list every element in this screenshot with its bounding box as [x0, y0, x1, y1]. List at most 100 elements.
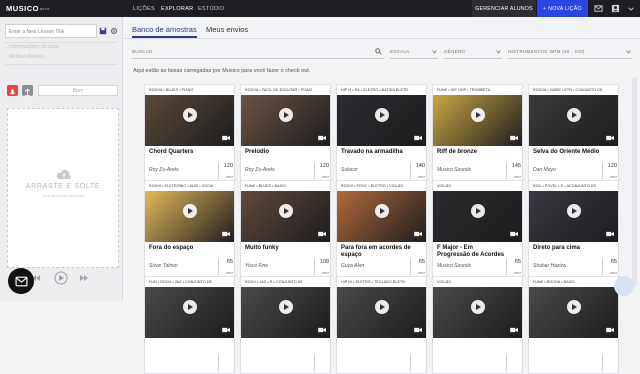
sample-card[interactable]: HIP H • RA • ELETRÔ • BATIDA ELETR Travad… [336, 84, 427, 182]
video-camera-icon[interactable] [606, 135, 615, 141]
card-author: Musico Sounds [437, 167, 472, 173]
sample-card[interactable]: FUNK • ROCHA • BAIXO [528, 276, 619, 374]
top-navigation-bar: MUSICOBETA LIÇÕES EXPLORAR ESTÚDIO GEREN… [0, 0, 640, 17]
play-button[interactable] [471, 204, 485, 218]
nav-explore[interactable]: EXPLORAR [161, 6, 193, 12]
video-camera-icon[interactable] [414, 231, 423, 237]
play-button[interactable] [279, 204, 293, 218]
card-bpm-unit: BPM [610, 175, 617, 179]
card-tags: VIOLÃO [437, 280, 451, 284]
bpm-placeholder: Bpm [72, 87, 84, 94]
card-title[interactable]: Travado na armadilha [341, 149, 411, 156]
nav-studio[interactable]: ESTÚDIO [198, 6, 225, 12]
card-author: Roy Zu-Arets [245, 167, 275, 173]
video-camera-icon[interactable] [414, 135, 423, 141]
card-title[interactable]: Muito funky [245, 245, 315, 252]
card-title[interactable]: Chord Quarters [149, 149, 219, 156]
play-button[interactable] [567, 300, 581, 314]
video-camera-icon[interactable] [222, 231, 231, 237]
sample-card[interactable]: ROCH • JAZ • R • CONJUNTO DE [240, 276, 331, 374]
chevron-down-icon [496, 50, 501, 54]
card-title[interactable]: Prelúdio [245, 149, 315, 156]
card-title[interactable]: Selva do Oriente Médio [533, 149, 603, 156]
sample-card[interactable]: ROCHI • ELETRÔNIC • ALMI • VOCAI Fora do … [144, 180, 235, 278]
lesson-sidebar: Enter a New Lesson Title Informações de … [0, 17, 123, 301]
drag-drop-zone[interactable]: ARRASTE E SOLTE Seus arquivos incluíndo [7, 108, 119, 268]
play-button[interactable] [471, 300, 485, 314]
card-tags: FUNK • BLUES • BAIXO [245, 184, 287, 188]
card-title[interactable]: Fora do espaço [149, 245, 219, 252]
play-button[interactable] [375, 300, 389, 314]
sample-card[interactable]: VIOLÃO F Major - Em Progressão de Acordes… [432, 180, 523, 278]
sample-card[interactable]: FUNK • BLUES • BAIXO Muito funky Yossi Fin… [240, 180, 331, 278]
lesson-title-input[interactable]: Enter a New Lesson Title [5, 24, 97, 38]
microphone-icon [9, 89, 16, 95]
scale-select[interactable]: ESCALA [390, 47, 438, 59]
play-button[interactable] [375, 108, 389, 122]
settings-icon[interactable] [110, 27, 118, 35]
play-button[interactable] [471, 108, 485, 122]
play-button[interactable] [375, 204, 389, 218]
upload-button[interactable] [22, 85, 33, 97]
musico-logo[interactable]: MUSICOBETA [6, 4, 50, 13]
video-camera-icon[interactable] [606, 231, 615, 237]
card-tags: ROCHA • BLUES • PIANO [149, 88, 194, 92]
card-tags: ROCHA • VARIE • ETN • CONJUNTO DE [533, 88, 603, 92]
record-button[interactable] [7, 85, 18, 96]
video-camera-icon[interactable] [510, 231, 519, 237]
card-tempo: 120 [319, 163, 329, 169]
card-title[interactable]: Riff de bronze [437, 149, 507, 156]
bpm-input[interactable]: Bpm [38, 85, 118, 96]
card-tags: VIOLÃO [437, 184, 451, 188]
card-title[interactable]: F Major - Em Progressão de Acordes [437, 245, 507, 259]
play-button[interactable] [567, 204, 581, 218]
sample-card[interactable]: FUNK • HIP HOP • TROMBETA Riff de bronze M… [432, 84, 523, 182]
play-button[interactable] [567, 108, 581, 122]
search-icon [375, 48, 382, 55]
sample-card[interactable]: VIOLÃO [432, 276, 523, 374]
play-button[interactable] [279, 108, 293, 122]
sample-card[interactable]: ROC • POVEL • E • ACONJUNTO DE Direto par… [528, 180, 619, 278]
chevron-down-icon[interactable] [627, 4, 635, 13]
card-bpm-unit: BPM [322, 271, 329, 275]
video-camera-icon[interactable] [222, 327, 231, 333]
nav-lessons[interactable]: LIÇÕES [133, 6, 155, 12]
video-camera-icon[interactable] [318, 231, 327, 237]
help-chat-bubble[interactable] [614, 276, 634, 296]
account-icon[interactable] [611, 4, 620, 13]
card-title[interactable]: Para fora em acordes de espaço [341, 245, 411, 259]
card-title[interactable]: Direto para cima [533, 245, 603, 252]
divider [506, 355, 507, 371]
sample-card[interactable]: HIP HI • ELETRÔ • TECLADO ELETR [336, 276, 427, 374]
new-lesson-button[interactable]: + NOVA LIÇÃO [537, 0, 588, 17]
play-button[interactable] [183, 204, 197, 218]
sample-card[interactable]: ROCHI • POVC • ELETRÔ • VIOLÃO Para fora … [336, 180, 427, 278]
instruments-select[interactable]: INSTRUMENTOS [508, 47, 547, 59]
save-icon[interactable] [99, 27, 107, 35]
playback-controls[interactable] [30, 271, 90, 285]
play-button[interactable] [279, 300, 293, 314]
video-camera-icon[interactable] [510, 135, 519, 141]
sample-card[interactable]: ROCHA • BLUES • PIANO Chord Quarters Roy Z… [144, 84, 235, 182]
video-camera-icon[interactable] [606, 327, 615, 333]
sample-card[interactable]: FUN • ROCH • JAZ • CONJUNTO DE [144, 276, 235, 374]
video-camera-icon[interactable] [510, 327, 519, 333]
video-camera-icon[interactable] [414, 327, 423, 333]
chat-button[interactable] [8, 268, 34, 294]
sample-card[interactable]: ROCHA • VARIE • ETN • CONJUNTO DE Selva d… [528, 84, 619, 182]
tab-my-uploads[interactable]: Meus envios [206, 25, 248, 34]
mail-icon[interactable] [594, 4, 603, 13]
video-camera-icon[interactable] [318, 135, 327, 141]
search-input[interactable]: BUSCAR [132, 47, 384, 59]
scrollbar[interactable] [632, 77, 637, 287]
tab-sample-bank[interactable]: Banco de amostras [132, 25, 197, 34]
divider [5, 42, 117, 43]
play-button[interactable] [183, 108, 197, 122]
sample-card[interactable]: ROCHA • FACIL DE ESCUTAR • PIANO Prelúdio… [240, 84, 331, 182]
video-camera-icon[interactable] [318, 327, 327, 333]
manage-students-button[interactable]: GERENCIAR ALUNOS [472, 0, 536, 17]
genre-select[interactable]: GÊNERO [444, 47, 502, 59]
bpm-range-filter[interactable]: BPM (40 - 240) [544, 47, 632, 59]
play-button[interactable] [183, 300, 197, 314]
video-camera-icon[interactable] [222, 135, 231, 141]
